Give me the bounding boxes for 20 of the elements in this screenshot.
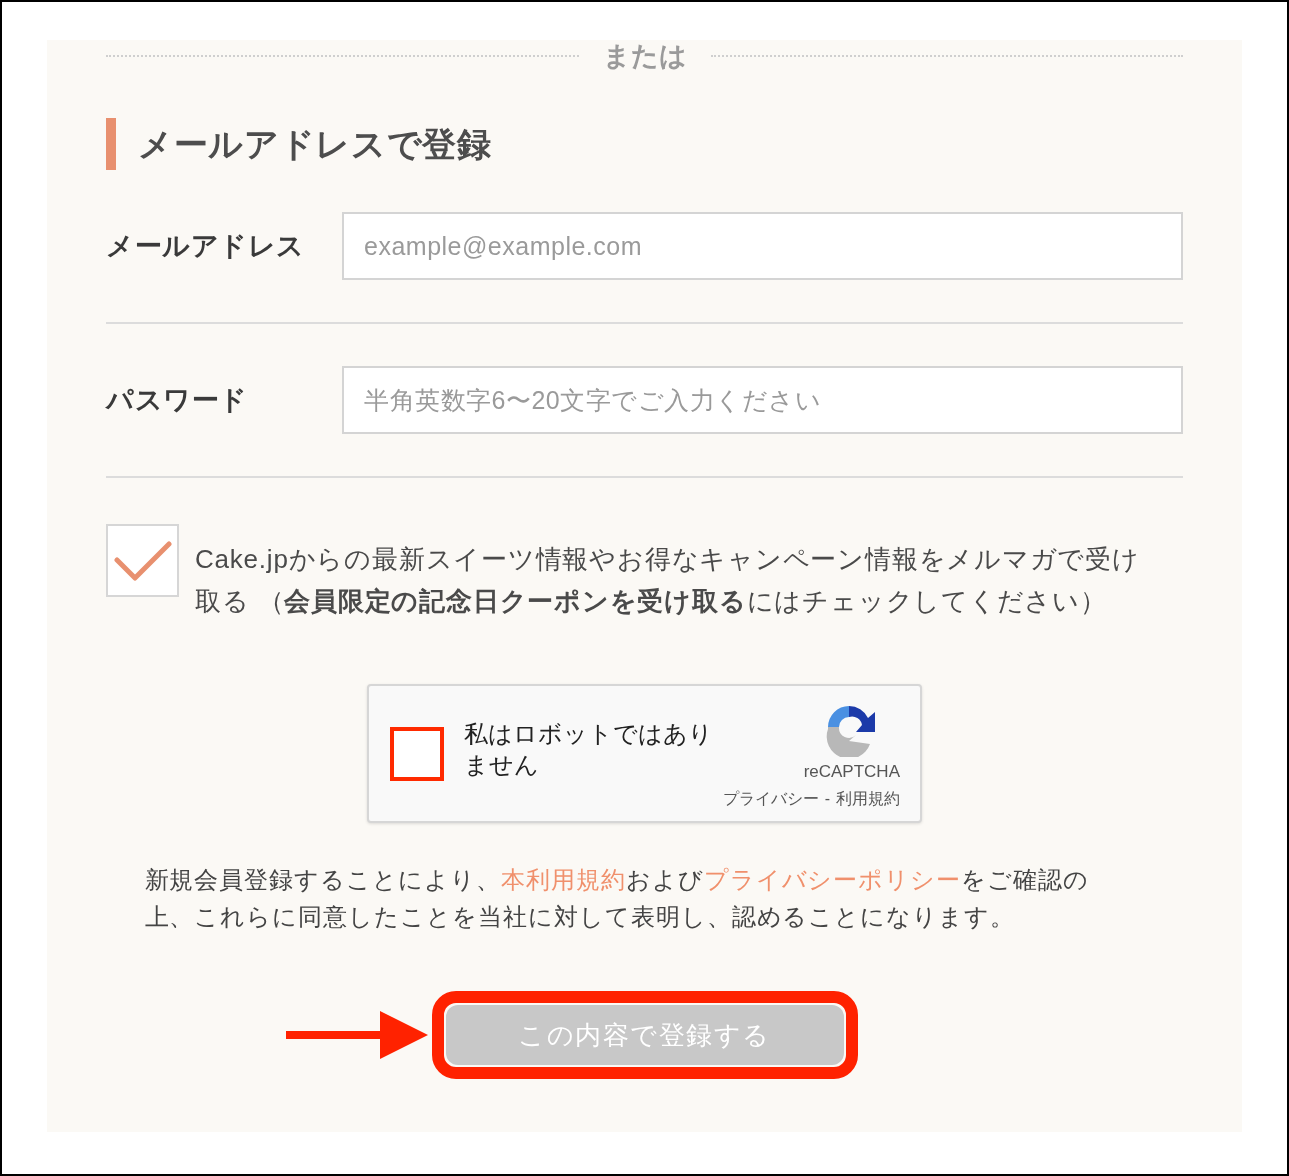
- recaptcha-terms-link[interactable]: 利用規約: [836, 788, 900, 809]
- notice-link[interactable]: 本利用規約: [500, 866, 626, 893]
- robot-checkbox[interactable]: [390, 726, 444, 781]
- input-field[interactable]: example@example.com: [342, 212, 1183, 280]
- heading-accent-bar: [106, 118, 116, 170]
- robot-check-label: 私はロボットではありません: [464, 718, 714, 780]
- checkmark-icon: [113, 539, 172, 582]
- recaptcha-privacy-link[interactable]: プライバシー: [722, 788, 819, 809]
- arrow-icon: [285, 1011, 428, 1059]
- field-label: パスワード: [106, 383, 249, 417]
- field-label: メールアドレス: [106, 229, 306, 263]
- recaptcha-brand: reCAPTCHA: [803, 760, 900, 783]
- newsletter-label: Cake.jpからの最新スイーツ情報やお得なキャンペーン情報をメルマガで受け取る （会員限定の記念日クーポンを受け取るにはチェックしてください）: [195, 543, 1141, 618]
- section-heading: メールアドレスで登録: [138, 124, 492, 165]
- newsletter-checkbox[interactable]: [106, 524, 179, 597]
- terms-notice: 新規会員登録することにより、本利用規約およびプライバシーポリシー をご確認の上、これらに同意したことを当社に対して表明し、認めることになります。: [144, 865, 1091, 932]
- link-separator: -: [824, 788, 830, 809]
- notice-link[interactable]: プライバシーポリシー: [703, 866, 962, 893]
- divider-label: または: [601, 40, 688, 72]
- input-field[interactable]: 半角英数字6〜20文字でご入力ください: [342, 366, 1183, 434]
